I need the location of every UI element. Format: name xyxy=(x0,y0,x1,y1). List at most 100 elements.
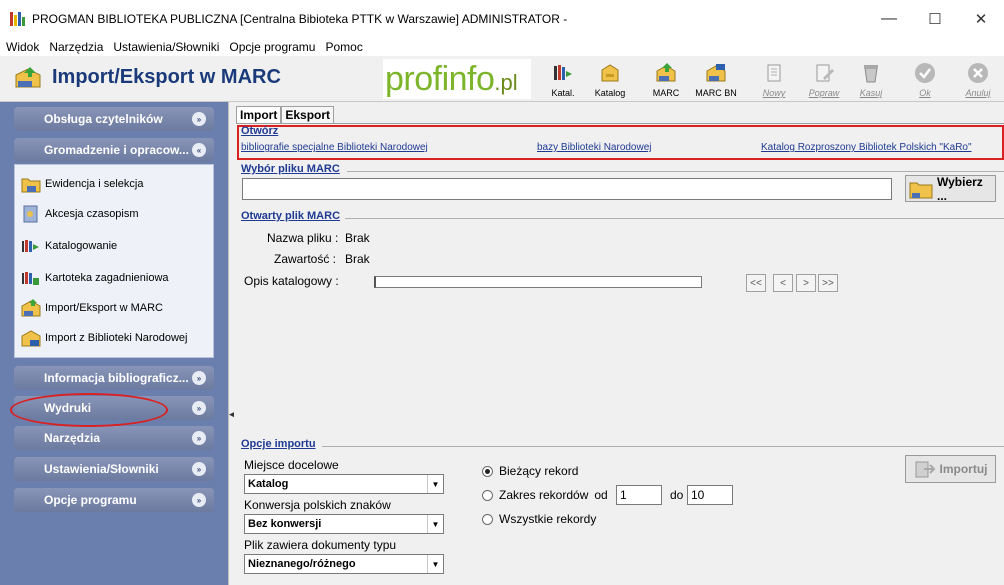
sidebar-group-gromadzenie[interactable]: Gromadzenie i opracow... « xyxy=(14,138,214,162)
radio-indicator xyxy=(482,489,493,501)
marc-import-icon xyxy=(914,459,936,479)
marc-bn-icon xyxy=(705,62,727,84)
sidebar-item-akcesja[interactable]: Akcesja czasopism xyxy=(21,205,139,223)
new-document-icon xyxy=(763,62,785,84)
divider xyxy=(322,446,1004,447)
katal-button[interactable]: Katal. xyxy=(543,60,583,100)
link-bazy-bn[interactable]: bazy Biblioteki Narodowej xyxy=(537,142,652,153)
menu-narzedzia[interactable]: Narzędzia xyxy=(49,40,103,54)
destination-select[interactable]: Katalog ▼ xyxy=(244,474,444,494)
conversion-label: Konwersja polskich znaków xyxy=(244,498,391,512)
first-record-button[interactable]: << xyxy=(746,274,766,292)
chevron-down-icon: » xyxy=(192,112,206,126)
sidebar-item-ewidencja[interactable]: Ewidencja i selekcja xyxy=(21,175,143,193)
chevron-down-icon: » xyxy=(192,371,206,385)
file-name-value: Brak xyxy=(345,231,370,245)
choose-file-button[interactable]: Wybierz ... xyxy=(905,175,996,203)
edit-document-icon xyxy=(813,62,835,84)
chevron-down-icon: » xyxy=(192,431,206,445)
sidebar-group-ustawienia[interactable]: Ustawienia/Słowniki » xyxy=(14,457,214,481)
anuluj-button[interactable]: Anuluj xyxy=(958,60,998,100)
prev-record-button[interactable]: < xyxy=(773,274,793,292)
marc-file-path-input[interactable] xyxy=(242,178,892,200)
katalog-button[interactable]: Katalog xyxy=(590,60,630,100)
range-to-input[interactable]: 10 xyxy=(687,485,733,505)
app-logo-icon xyxy=(10,12,26,26)
last-record-button[interactable]: >> xyxy=(818,274,838,292)
import-options-title: Opcje importu xyxy=(241,438,316,450)
sidebar-group-opcje[interactable]: Opcje programu » xyxy=(14,488,214,512)
module-heading: Import/Eksport w MARC xyxy=(14,65,281,89)
radio-current-record[interactable]: Bieżący rekord xyxy=(482,464,578,478)
profinfo-logo: profinfo .pl xyxy=(383,59,531,99)
logo-main: profinfo xyxy=(385,60,495,98)
tab-bar: Import Eksport xyxy=(236,106,335,123)
tab-eksport[interactable]: Eksport xyxy=(281,106,335,123)
link-bibliografie[interactable]: bibliografie specjalne Biblioteki Narodo… xyxy=(241,142,428,153)
window-title: PROGMAN BIBLIOTEKA PUBLICZNA [Centralna … xyxy=(32,12,568,26)
menu-ustawienia[interactable]: Ustawienia/Słowniki xyxy=(113,40,219,54)
menu-bar: Widok Narzędzia Ustawienia/Słowniki Opcj… xyxy=(0,38,1004,56)
content-value: Brak xyxy=(345,252,370,266)
open-section-title: Otwórz xyxy=(241,125,279,137)
journal-icon xyxy=(21,205,41,223)
radio-record-range[interactable]: Zakres rekordów od xyxy=(482,488,608,502)
sidebar: Obsługa czytelników » Gromadzenie i opra… xyxy=(0,102,228,585)
chevron-down-icon: » xyxy=(192,401,206,415)
next-record-button[interactable]: > xyxy=(796,274,816,292)
doctype-select[interactable]: Nieznanego/różnego ▼ xyxy=(244,554,444,574)
folder-icon xyxy=(21,175,41,193)
sidebar-group-informacja[interactable]: Informacja bibliograficz... » xyxy=(14,366,214,390)
doctype-label: Plik zawiera dokumenty typu xyxy=(244,538,397,552)
link-karo[interactable]: Katalog Rozproszony Bibliotek Polskich "… xyxy=(761,142,972,153)
bn-import-icon xyxy=(21,329,41,347)
chevron-down-icon: » xyxy=(192,462,206,476)
sidebar-item-import-bn[interactable]: Import z Biblioteki Narodowej xyxy=(21,329,187,347)
import-button[interactable]: Importuj xyxy=(905,455,996,483)
window-titlebar: PROGMAN BIBLIOTEKA PUBLICZNA [Centralna … xyxy=(0,0,1004,38)
sidebar-item-katalogowanie[interactable]: Katalogowanie xyxy=(21,237,117,255)
marc-import-icon xyxy=(21,299,41,317)
maximize-button[interactable]: ☐ xyxy=(912,0,958,38)
marc-module-icon xyxy=(14,65,42,89)
sidebar-group-narzedzia[interactable]: Narzędzia » xyxy=(14,426,214,450)
radio-indicator xyxy=(482,465,493,477)
opened-file-title: Otwarty plik MARC xyxy=(241,210,341,222)
sidebar-item-import-eksport-marc[interactable]: Import/Eksport w MARC xyxy=(21,299,163,317)
highlight-annotation xyxy=(10,393,168,427)
file-name-label: Nazwa pliku : xyxy=(267,231,339,245)
catalog-books-icon xyxy=(552,62,574,84)
description-label: Opis katalogowy : xyxy=(244,274,339,288)
kasuj-button[interactable]: Kasuj xyxy=(851,60,891,100)
logo-suffix: .pl xyxy=(494,70,518,95)
marc-icon xyxy=(655,62,677,84)
books-z-icon xyxy=(21,269,41,287)
radio-all-records[interactable]: Wszystkie rekordy xyxy=(482,512,596,526)
record-scrollbar[interactable] xyxy=(374,276,702,288)
tab-import[interactable]: Import xyxy=(236,106,282,123)
conversion-select[interactable]: Bez konwersji ▼ xyxy=(244,514,444,534)
main-panel: Import Eksport Otwórz bibliografie specj… xyxy=(234,102,1004,585)
sidebar-group-obsluga[interactable]: Obsługa czytelników » xyxy=(14,107,214,131)
minimize-button[interactable]: — xyxy=(866,0,912,38)
range-to-label: do xyxy=(670,488,684,502)
menu-pomoc[interactable]: Pomoc xyxy=(325,40,362,54)
divider xyxy=(345,218,1004,219)
chevron-down-icon: » xyxy=(192,493,206,507)
close-button[interactable]: ✕ xyxy=(958,0,1004,38)
nowy-button[interactable]: Nowy xyxy=(754,60,794,100)
marc-bn-button[interactable]: MARC BN xyxy=(695,60,737,100)
chevron-down-icon: ▼ xyxy=(427,515,443,533)
marc-button[interactable]: MARC xyxy=(646,60,686,100)
file-select-title: Wybór pliku MARC xyxy=(241,163,340,175)
menu-widok[interactable]: Widok xyxy=(6,40,39,54)
menu-opcje[interactable]: Opcje programu xyxy=(229,40,315,54)
content-label: Zawartość : xyxy=(274,252,337,266)
popraw-button[interactable]: Popraw xyxy=(804,60,844,100)
check-icon xyxy=(914,62,936,84)
range-from-input[interactable]: 1 xyxy=(616,485,662,505)
sidebar-item-kartoteka[interactable]: Kartoteka zagadnieniowa xyxy=(21,269,169,287)
ok-button[interactable]: Ok xyxy=(905,60,945,100)
folder-icon xyxy=(909,179,933,199)
cancel-icon xyxy=(967,62,989,84)
